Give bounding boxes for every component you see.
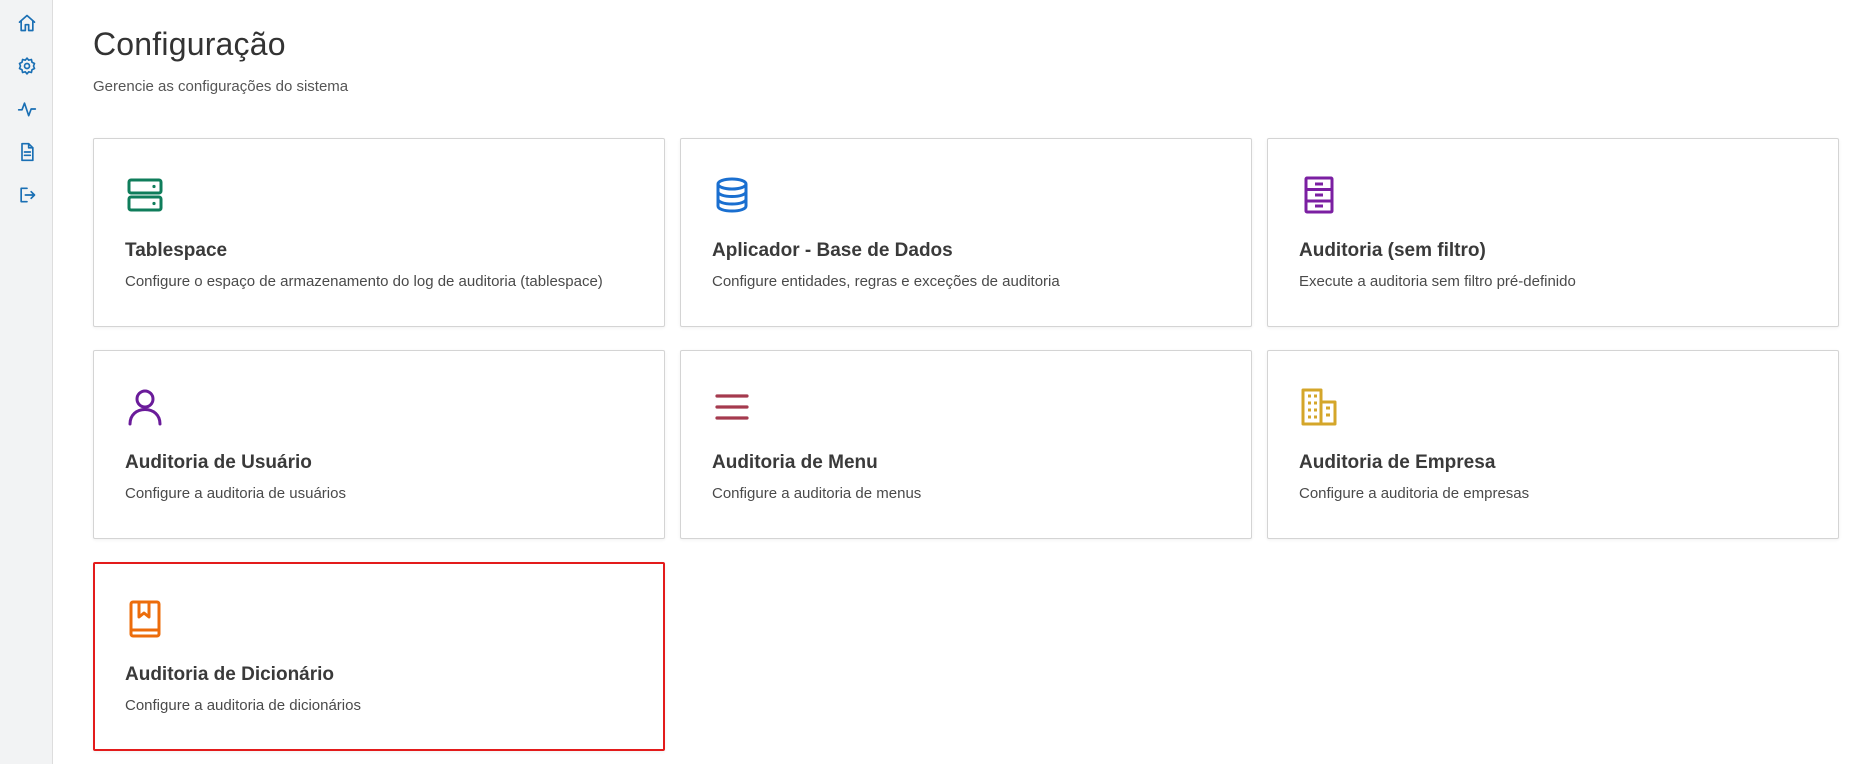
activity-icon <box>17 102 37 117</box>
book-icon <box>125 599 165 639</box>
card-title: Auditoria de Dicionário <box>125 664 335 685</box>
nav-documents[interactable] <box>12 137 42 167</box>
card-tablespace[interactable]: Tablespace Configure o espaço de armazen… <box>93 138 665 327</box>
card-title: Tablespace <box>125 240 228 261</box>
card-description: Configure a auditoria de dicionários <box>125 697 361 714</box>
card-title: Auditoria de Empresa <box>1299 452 1496 473</box>
card-description: Configure o espaço de armazenamento do l… <box>125 273 603 290</box>
card-title: Auditoria de Menu <box>712 452 878 473</box>
card-description: Execute a auditoria sem filtro pré-defin… <box>1299 273 1576 290</box>
card-title: Auditoria (sem filtro) <box>1299 240 1486 261</box>
card-auditoria-de-menu[interactable]: Auditoria de Menu Configure a auditoria … <box>680 350 1252 539</box>
card-description: Configure a auditoria de empresas <box>1299 485 1530 502</box>
card-auditoria-de-dicionario[interactable]: Auditoria de Dicionário Configure a audi… <box>93 562 665 751</box>
nav-logout[interactable] <box>12 180 42 210</box>
nav-settings[interactable] <box>12 51 42 81</box>
config-cards-grid: Tablespace Configure o espaço de armazen… <box>93 138 1839 751</box>
nav-home[interactable] <box>12 8 42 38</box>
card-description: Configure a auditoria de menus <box>712 485 922 502</box>
card-aplicador-base-de-dados[interactable]: Aplicador - Base de Dados Configure enti… <box>680 138 1252 327</box>
document-icon <box>21 142 34 162</box>
page-subtitle: Gerencie as configurações do sistema <box>93 78 349 95</box>
page-title: Configuração <box>93 26 286 62</box>
sidebar <box>0 0 53 764</box>
nav-activity[interactable] <box>12 94 42 124</box>
card-title: Aplicador - Base de Dados <box>712 240 953 261</box>
main-content: Configuração Gerencie as configurações d… <box>93 0 1850 764</box>
file-cabinet-icon <box>1299 175 1339 215</box>
card-description: Configure entidades, regras e exceções d… <box>712 273 1060 290</box>
card-auditoria-de-empresa[interactable]: Auditoria de Empresa Configure a auditor… <box>1267 350 1839 539</box>
home-icon <box>18 14 36 32</box>
menu-icon <box>712 387 752 427</box>
card-auditoria-de-usuario[interactable]: Auditoria de Usuário Configure a auditor… <box>93 350 665 539</box>
server-icon <box>125 175 165 215</box>
card-title: Auditoria de Usuário <box>125 452 312 473</box>
card-auditoria-sem-filtro[interactable]: Auditoria (sem filtro) Execute a auditor… <box>1267 138 1839 327</box>
building-icon <box>1299 387 1339 427</box>
logout-icon <box>20 187 36 203</box>
gear-icon <box>18 57 36 75</box>
card-description: Configure a auditoria de usuários <box>125 485 346 502</box>
database-icon <box>712 175 752 215</box>
user-icon <box>125 387 165 427</box>
